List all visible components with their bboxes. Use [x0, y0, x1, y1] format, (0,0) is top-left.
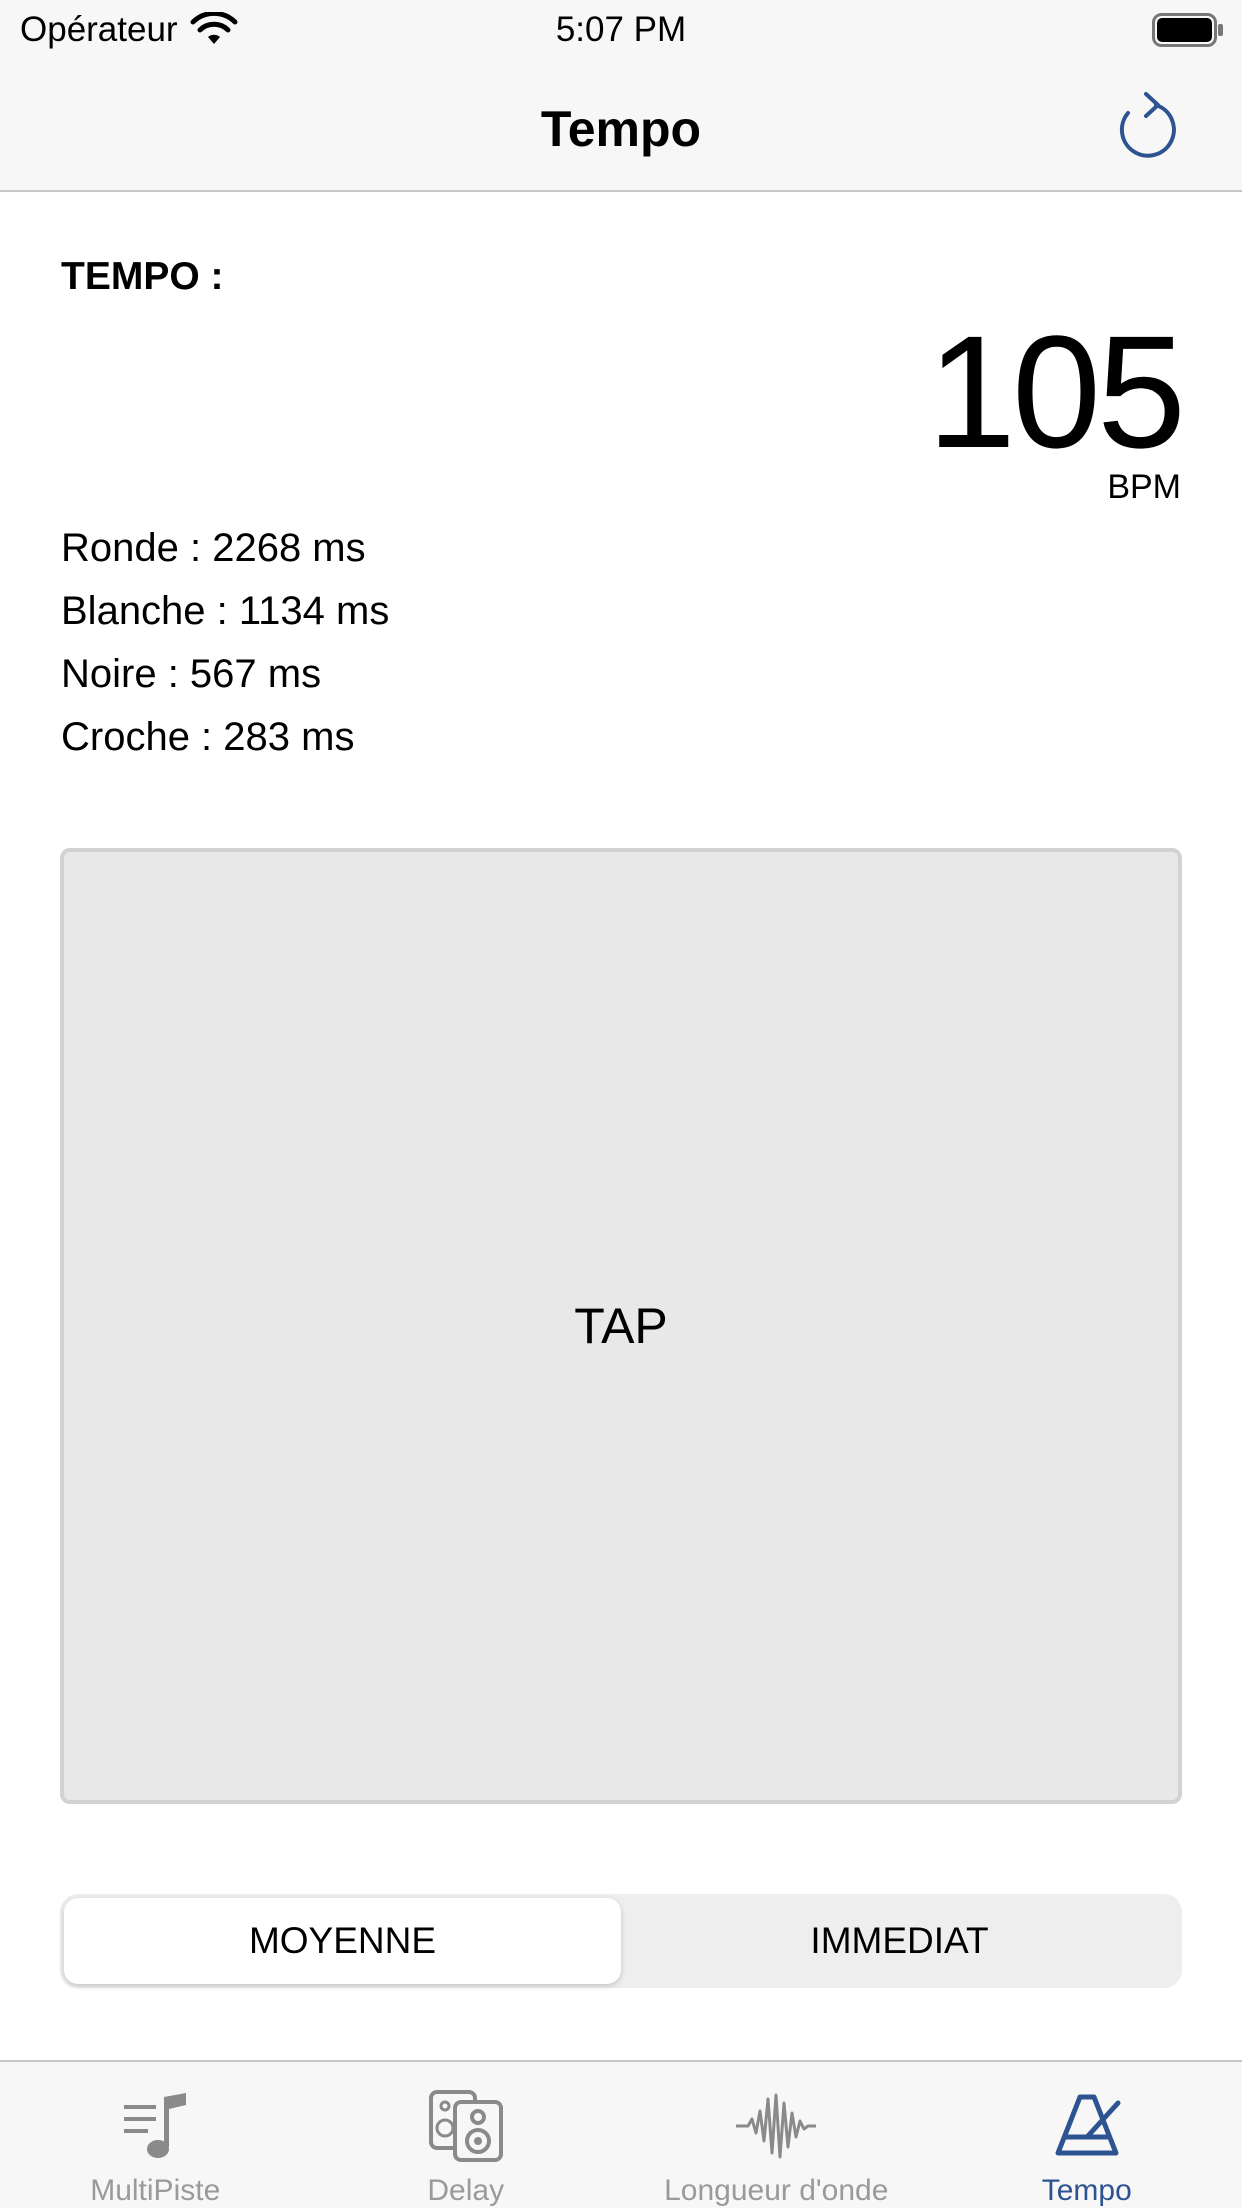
bpm-value: 105 — [927, 302, 1186, 481]
tab-bar: MultiPiste Delay Longueur d'onde Tempo — [0, 2060, 1242, 2208]
tap-label: TAP — [574, 1298, 668, 1354]
tap-button[interactable]: TAP — [60, 848, 1182, 1804]
status-bar: Opérateur 5:07 PM — [0, 0, 1242, 62]
battery-icon — [1152, 13, 1223, 47]
speaker-icon — [426, 2088, 506, 2164]
duration-croche: Croche : 283 ms — [61, 715, 355, 759]
screen: Opérateur 5:07 PM Tempo TEMPO : 105 BPM … — [0, 0, 1242, 2208]
tab-label: Longueur d'onde — [664, 2174, 889, 2207]
page-title: Tempo — [540, 101, 702, 157]
duration-ronde: Ronde : 2268 ms — [61, 526, 366, 570]
bpm-unit: BPM — [1107, 468, 1181, 506]
segment-immediat[interactable]: IMMEDIAT — [621, 1898, 1178, 1984]
duration-blanche: Blanche : 1134 ms — [61, 589, 390, 633]
note-durations-list: Ronde : 2268 ms Blanche : 1134 ms Noire … — [61, 517, 389, 769]
tab-label: Delay — [427, 2174, 505, 2207]
multitrack-music-icon — [115, 2088, 195, 2164]
tab-longueur-d-onde[interactable]: Longueur d'onde — [621, 2062, 932, 2208]
tempo-label: TEMPO : — [61, 255, 224, 298]
metronome-icon — [1047, 2088, 1127, 2164]
status-time: 5:07 PM — [555, 10, 687, 49]
tab-tempo[interactable]: Tempo — [932, 2062, 1242, 2208]
tab-label: MultiPiste — [90, 2174, 221, 2207]
tab-delay[interactable]: Delay — [311, 2062, 622, 2208]
duration-noire: Noire : 567 ms — [61, 652, 322, 696]
tab-multipiste[interactable]: MultiPiste — [0, 2062, 311, 2208]
refresh-button[interactable] — [1112, 88, 1182, 164]
segment-moyenne[interactable]: MOYENNE — [64, 1898, 621, 1984]
refresh-icon — [1119, 92, 1176, 158]
mode-segmented-control: MOYENNE IMMEDIAT — [60, 1894, 1182, 1988]
navigation-bar: Tempo — [0, 62, 1242, 192]
tab-label: Tempo — [1041, 2174, 1132, 2207]
waveform-icon — [736, 2088, 817, 2164]
